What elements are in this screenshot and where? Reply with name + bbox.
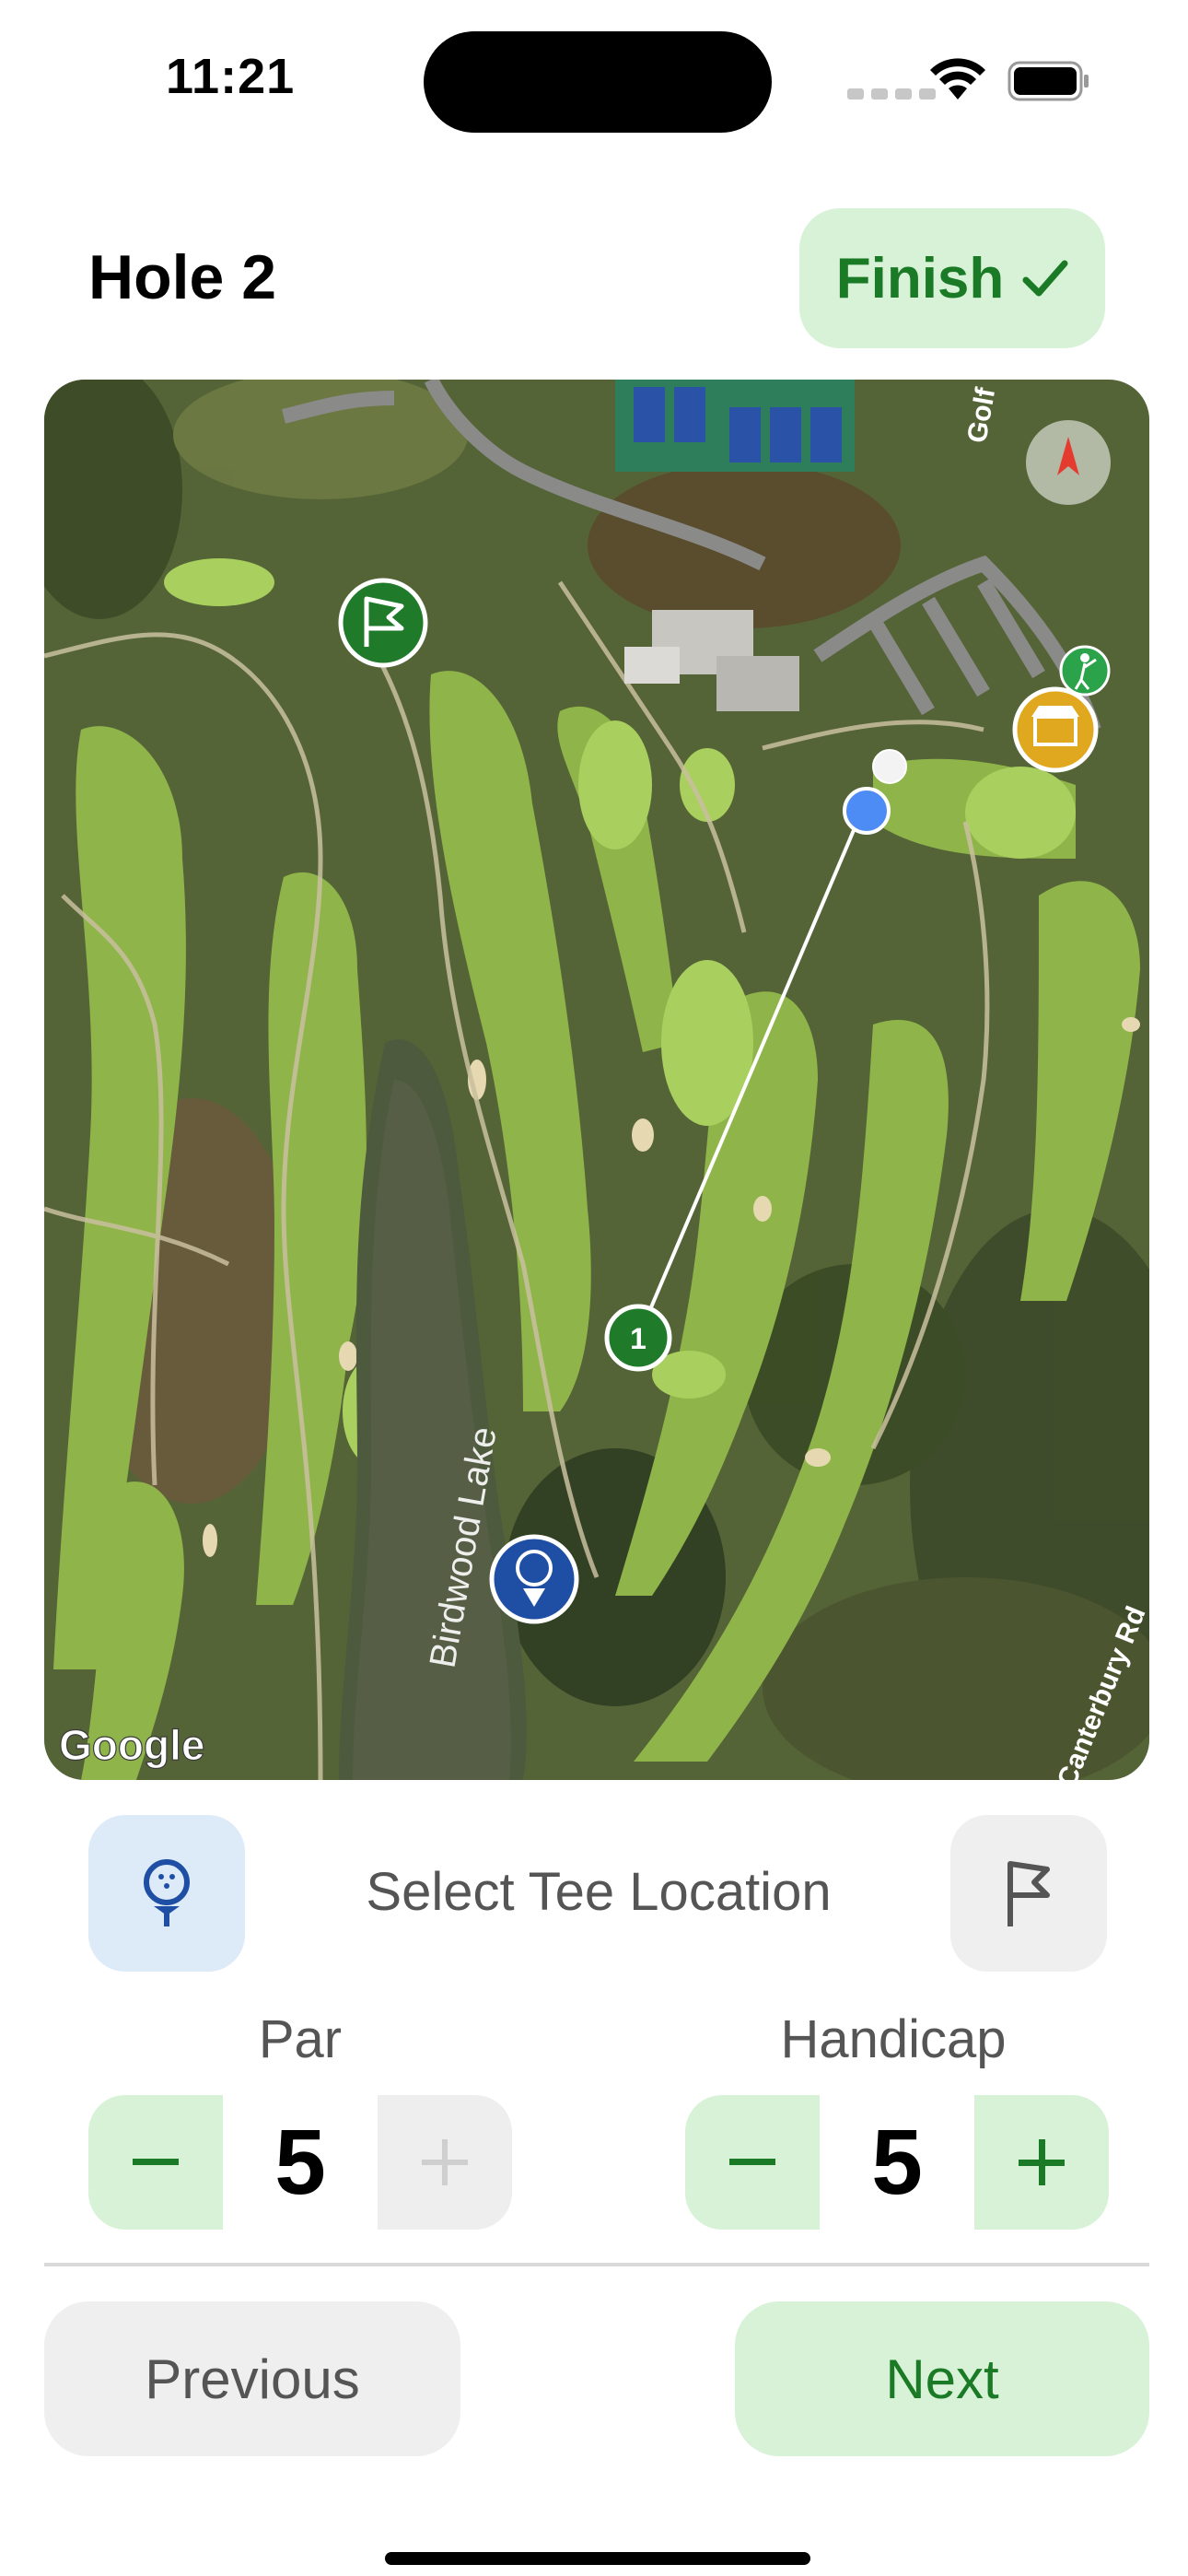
compass-icon[interactable] xyxy=(1026,420,1111,505)
status-time: 11:21 xyxy=(166,49,296,104)
current-location-dot xyxy=(843,787,891,835)
minus-icon xyxy=(729,2159,775,2165)
plus-icon xyxy=(1019,2139,1065,2185)
page-title: Hole 2 xyxy=(88,242,277,312)
shot-marker[interactable]: 1 xyxy=(604,1304,672,1372)
par-label: Par xyxy=(258,2009,343,2069)
plus-icon xyxy=(422,2139,468,2185)
handicap-value: 5 xyxy=(871,2110,923,2214)
shot-marker-number: 1 xyxy=(630,1322,646,1355)
tee-marker-icon xyxy=(144,1859,190,1926)
finish-button[interactable]: Finish xyxy=(799,208,1105,348)
pin-location-button[interactable] xyxy=(950,1815,1107,1972)
minus-icon xyxy=(133,2159,179,2165)
home-indicator xyxy=(385,2552,810,2565)
finish-label: Finish xyxy=(835,246,1005,310)
handicap-stepper: 5 xyxy=(685,2095,1109,2230)
cellular-signal-icon xyxy=(847,81,943,100)
battery-icon xyxy=(1007,61,1089,101)
tee-location-button[interactable] xyxy=(88,1815,245,1972)
dynamic-island xyxy=(424,31,772,133)
course-map[interactable]: Birdwood Lake Golf Canterbury Rd 1 Googl… xyxy=(44,380,1149,1780)
pro-shop-icon[interactable] xyxy=(1012,686,1099,773)
pin-flag-icon[interactable] xyxy=(338,578,428,668)
wifi-icon xyxy=(930,58,985,100)
tee-location-label: Select Tee Location xyxy=(366,1862,832,1922)
next-label: Next xyxy=(885,2348,999,2410)
golfer-icon[interactable] xyxy=(1059,645,1111,697)
previous-label: Previous xyxy=(145,2348,360,2410)
flag-icon xyxy=(1007,1861,1050,1926)
handicap-decrement-button[interactable] xyxy=(685,2095,820,2230)
par-value: 5 xyxy=(274,2110,326,2214)
tee-marker-icon[interactable] xyxy=(489,1534,579,1624)
handicap-label: Handicap xyxy=(780,2009,1007,2069)
par-decrement-button[interactable] xyxy=(88,2095,223,2230)
divider xyxy=(44,2263,1149,2266)
previous-button[interactable]: Previous xyxy=(44,2301,460,2456)
checkmark-icon xyxy=(1022,260,1068,297)
par-stepper: 5 xyxy=(88,2095,512,2230)
next-button[interactable]: Next xyxy=(735,2301,1149,2456)
google-logo: Google xyxy=(59,1721,204,1769)
par-increment-button[interactable] xyxy=(378,2095,512,2230)
handicap-increment-button[interactable] xyxy=(974,2095,1109,2230)
target-dot xyxy=(872,749,907,784)
